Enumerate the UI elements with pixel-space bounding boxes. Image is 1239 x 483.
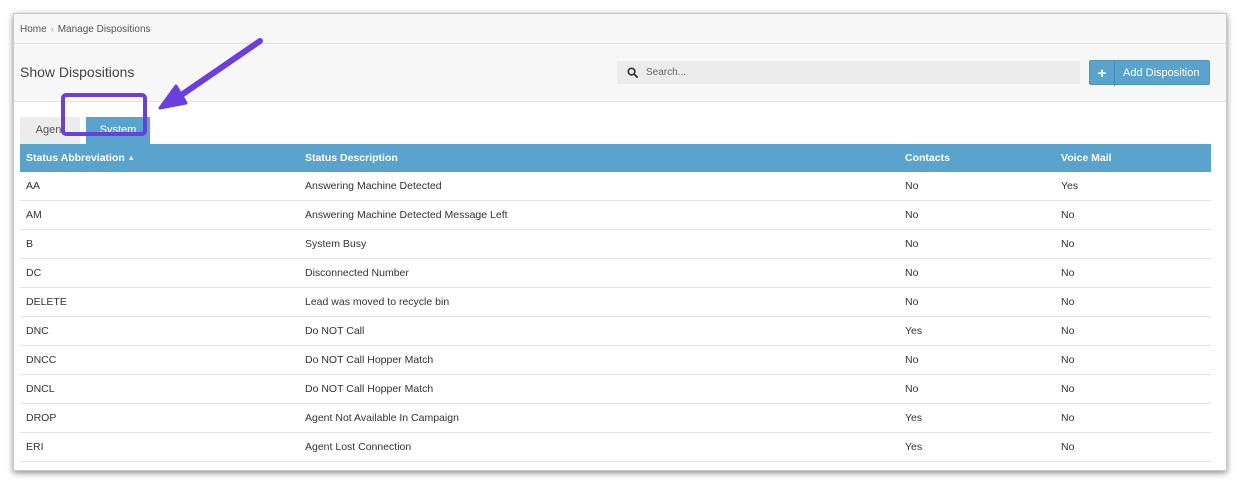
cell-voice-mail: No: [1055, 229, 1211, 259]
cell-voice-mail: No: [1055, 345, 1211, 375]
cell-voice-mail: No: [1055, 432, 1211, 462]
cell-status-description: Agent Not Available In Campaign: [299, 403, 899, 433]
add-disposition-button[interactable]: + Add Disposition: [1089, 60, 1210, 86]
cell-contacts: Yes: [899, 316, 1055, 346]
column-header-status-abbreviation[interactable]: Status Abbreviation ▲: [20, 144, 299, 172]
breadcrumb-separator: ›: [50, 24, 54, 34]
cell-voice-mail: No: [1055, 200, 1211, 230]
cell-voice-mail: No: [1055, 374, 1211, 404]
cell-status-abbreviation: AA: [20, 172, 299, 201]
tab-agent[interactable]: Agent: [20, 117, 80, 144]
table-row[interactable]: AA Answering Machine Detected No Yes: [20, 172, 1211, 201]
cell-voice-mail: No: [1055, 258, 1211, 288]
cell-contacts: No: [899, 200, 1055, 230]
cell-status-description: Do NOT Call: [299, 316, 899, 346]
cell-contacts: Yes: [899, 403, 1055, 433]
column-header-status-description[interactable]: Status Description: [299, 144, 899, 172]
cell-contacts: No: [899, 345, 1055, 375]
cell-status-abbreviation: HOLDTO: [20, 461, 299, 470]
table-row[interactable]: DELETE Lead was moved to recycle bin No No: [20, 287, 1211, 317]
cell-status-abbreviation: ERI: [20, 432, 299, 462]
table-row[interactable]: HOLDTOQueue Hold Time Action TriggeredYe…: [20, 461, 1211, 470]
cell-status-abbreviation: DC: [20, 258, 299, 288]
cell-status-description: System Busy: [299, 229, 899, 259]
breadcrumb: Home › Manage Dispositions: [14, 14, 1226, 44]
cell-voice-mail: No: [1055, 461, 1211, 470]
table-row[interactable]: DNCC Do NOT Call Hopper Match No No: [20, 345, 1211, 375]
table-row[interactable]: DC Disconnected Number No No: [20, 258, 1211, 288]
cell-status-description: Queue Hold Time Action Triggered: [299, 461, 899, 470]
cell-voice-mail: No: [1055, 316, 1211, 346]
cell-status-description: Answering Machine Detected Message Left: [299, 200, 899, 230]
app-window: Home › Manage Dispositions Show Dispositio…: [13, 13, 1227, 471]
cell-status-abbreviation: DNC: [20, 316, 299, 346]
search-icon: [627, 67, 638, 78]
table-row[interactable]: DROP Agent Not Available In Campaign Yes No: [20, 403, 1211, 433]
cell-status-abbreviation: DROP: [20, 403, 299, 433]
cell-contacts: Yes: [899, 432, 1055, 462]
cell-status-description: Disconnected Number: [299, 258, 899, 288]
table-row[interactable]: AM Answering Machine Detected Message Lef…: [20, 200, 1211, 230]
cell-status-abbreviation: DNCC: [20, 345, 299, 375]
column-header-contacts[interactable]: Contacts: [899, 144, 1055, 172]
cell-status-abbreviation: DNCL: [20, 374, 299, 404]
cell-contacts: No: [899, 258, 1055, 288]
cell-voice-mail: No: [1055, 287, 1211, 317]
table-row[interactable]: DNCL Do NOT Call Hopper Match No No: [20, 374, 1211, 404]
search-input[interactable]: [646, 61, 1066, 84]
cell-contacts: Yes: [899, 461, 1055, 470]
cell-contacts: No: [899, 229, 1055, 259]
column-header-voice-mail[interactable]: Voice Mail: [1055, 144, 1211, 172]
cell-status-abbreviation: DELETE: [20, 287, 299, 317]
cell-status-description: Do NOT Call Hopper Match: [299, 374, 899, 404]
table-row[interactable]: B System Busy No No: [20, 229, 1211, 259]
cell-contacts: No: [899, 172, 1055, 201]
cell-contacts: No: [899, 287, 1055, 317]
cell-voice-mail: No: [1055, 403, 1211, 433]
cell-status-description: Agent Lost Connection: [299, 432, 899, 462]
page-title: Show Dispositions: [20, 64, 135, 80]
table-row[interactable]: DNC Do NOT Call Yes No: [20, 316, 1211, 346]
page-header: Show Dispositions + Add Disposition: [14, 44, 1226, 102]
tab-bar: Agent System: [14, 102, 1226, 144]
tab-system[interactable]: System: [86, 117, 150, 144]
cell-contacts: No: [899, 374, 1055, 404]
table-header-row: Status Abbreviation ▲ Status Description …: [20, 144, 1211, 172]
cell-status-description: Answering Machine Detected: [299, 172, 899, 201]
dispositions-table: Status Abbreviation ▲ Status Description …: [20, 144, 1211, 470]
table-row[interactable]: ERI Agent Lost Connection Yes No: [20, 432, 1211, 462]
cell-status-description: Do NOT Call Hopper Match: [299, 345, 899, 375]
plus-icon: +: [1090, 61, 1115, 86]
add-disposition-label: Add Disposition: [1123, 67, 1200, 79]
table-body: AA Answering Machine Detected No Yes AM Answe…: [20, 172, 1211, 470]
cell-voice-mail: Yes: [1055, 172, 1211, 201]
breadcrumb-home-link[interactable]: Home: [20, 24, 47, 35]
cell-status-abbreviation: B: [20, 229, 299, 259]
search-box[interactable]: [617, 61, 1080, 84]
cell-status-abbreviation: AM: [20, 200, 299, 230]
breadcrumb-current: Manage Dispositions: [57, 24, 151, 35]
sort-ascending-icon: ▲: [127, 155, 135, 162]
cell-status-description: Lead was moved to recycle bin: [299, 287, 899, 317]
